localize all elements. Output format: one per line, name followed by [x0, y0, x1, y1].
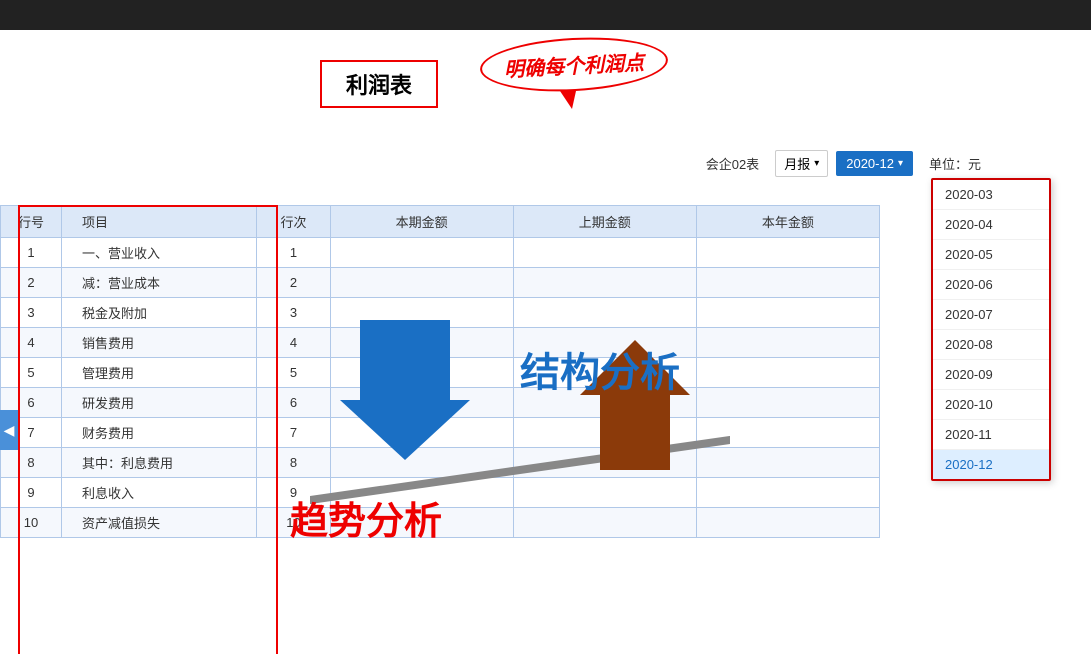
cell-hang: 10	[1, 508, 62, 538]
cell-hang: 5	[1, 358, 62, 388]
period-value-select[interactable]: 2020-12 ▾	[836, 151, 913, 176]
cell-ci: 4	[257, 328, 330, 358]
cell-ci: 5	[257, 358, 330, 388]
dropdown-item-5[interactable]: 2020-08	[933, 330, 1049, 360]
table-row: 1 一、营业收入 1	[1, 238, 880, 268]
cell-hang: 4	[1, 328, 62, 358]
cell-hang: 2	[1, 268, 62, 298]
chevron-icon-active: ▾	[898, 158, 903, 169]
th-current: 本期金额	[330, 206, 513, 238]
main-content: 明确每个利润点 利润表 会企02表 月报 ▾ 2020-12 ▾ 单位：元 20…	[0, 30, 1091, 654]
left-nav-button[interactable]: ◀	[0, 410, 18, 450]
dropdown-item-6[interactable]: 2020-09	[933, 360, 1049, 390]
left-nav-icon: ◀	[4, 422, 15, 439]
bubble-text: 明确每个利润点	[479, 33, 670, 96]
qushi-text: 趋势分析	[290, 490, 442, 545]
cell-item: 税金及附加	[62, 298, 257, 328]
cell-last	[513, 298, 696, 328]
bubble-tail	[560, 91, 576, 109]
company-label: 会企02表	[706, 154, 759, 173]
cell-hang: 8	[1, 448, 62, 478]
cell-current	[330, 238, 513, 268]
cell-last	[513, 268, 696, 298]
cell-ci: 1	[257, 238, 330, 268]
speech-bubble: 明确每个利润点	[480, 38, 668, 91]
dropdown-item-1[interactable]: 2020-04	[933, 210, 1049, 240]
cell-item: 管理费用	[62, 358, 257, 388]
cell-year	[696, 328, 879, 358]
dropdown-item-2[interactable]: 2020-05	[933, 240, 1049, 270]
cell-item: 利息收入	[62, 478, 257, 508]
controls-row: 会企02表 月报 ▾ 2020-12 ▾ 单位：元	[706, 150, 981, 177]
th-hang: 行号	[1, 206, 62, 238]
cell-item: 研发费用	[62, 388, 257, 418]
cell-ci: 2	[257, 268, 330, 298]
jiegou-text: 结构分析	[520, 340, 680, 398]
cell-current	[330, 268, 513, 298]
cell-ci: 3	[257, 298, 330, 328]
cell-ci: 6	[257, 388, 330, 418]
th-last: 上期金额	[513, 206, 696, 238]
dropdown-item-4[interactable]: 2020-07	[933, 300, 1049, 330]
cell-item: 财务费用	[62, 418, 257, 448]
top-bar	[0, 0, 1091, 30]
title-box: 利润表	[320, 60, 438, 108]
cell-item: 销售费用	[62, 328, 257, 358]
table-row: 2 减：营业成本 2	[1, 268, 880, 298]
unit-label: 单位：元	[929, 154, 981, 173]
cell-last	[513, 238, 696, 268]
cell-item: 一、营业收入	[62, 238, 257, 268]
cell-hang: 9	[1, 478, 62, 508]
arrow-blue-down	[340, 320, 470, 460]
th-year: 本年金额	[696, 206, 879, 238]
dropdown-item-7[interactable]: 2020-10	[933, 390, 1049, 420]
chevron-icon: ▾	[814, 158, 819, 169]
period-type-select[interactable]: 月报 ▾	[775, 150, 828, 177]
cell-year	[696, 298, 879, 328]
cell-hang: 3	[1, 298, 62, 328]
cell-year	[696, 358, 879, 388]
dropdown-item-8[interactable]: 2020-11	[933, 420, 1049, 450]
cell-hang: 1	[1, 238, 62, 268]
cell-year	[696, 238, 879, 268]
dropdown-item-0[interactable]: 2020-03	[933, 180, 1049, 210]
cell-item: 减：营业成本	[62, 268, 257, 298]
cell-year	[696, 268, 879, 298]
th-item: 项目	[62, 206, 257, 238]
dropdown-item-9[interactable]: 2020-12	[933, 450, 1049, 479]
cell-item: 其中：利息费用	[62, 448, 257, 478]
dropdown-menu: 2020-03 2020-04 2020-05 2020-06 2020-07 …	[931, 178, 1051, 481]
cell-item: 资产减值损失	[62, 508, 257, 538]
dropdown-item-3[interactable]: 2020-06	[933, 270, 1049, 300]
cell-year	[696, 388, 879, 418]
th-ci: 行次	[257, 206, 330, 238]
